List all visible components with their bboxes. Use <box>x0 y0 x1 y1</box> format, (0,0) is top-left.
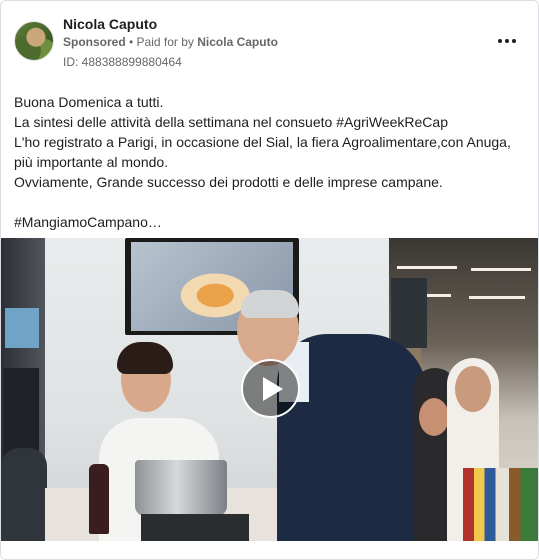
page-name-link[interactable]: Nicola Caputo <box>63 16 157 32</box>
ad-post-card: Nicola Caputo Sponsored • Paid for by Ni… <box>0 0 539 560</box>
more-options-icon-dot-3 <box>512 39 516 43</box>
more-options-icon <box>498 39 502 43</box>
video-scene-man-hair <box>241 290 299 318</box>
more-options-button[interactable] <box>493 29 521 53</box>
post-body-text: Buona Domenica a tutti. La sintesi delle… <box>14 92 530 232</box>
paid-for-prefix: Paid for by <box>136 35 198 49</box>
video-scene-person-left <box>1 448 47 541</box>
post-text-line: Ovviamente, Grande successo dei prodotti… <box>14 174 443 190</box>
play-button[interactable] <box>241 359 300 418</box>
video-scene-pot <box>135 460 227 516</box>
meta-separator: • <box>125 35 137 49</box>
video-scene-bottle <box>89 464 109 534</box>
paid-for-name: Nicola Caputo <box>197 35 278 49</box>
video-scene-light <box>469 296 525 299</box>
video-scene-panel <box>5 308 39 348</box>
card-bottom <box>1 541 538 559</box>
video-scene-crowd-head <box>455 366 491 412</box>
post-text-line: La sintesi delle attività della settiman… <box>14 114 448 130</box>
video-scene-products <box>463 468 538 541</box>
sponsored-meta-line: Sponsored • Paid for by Nicola Caputo <box>63 35 278 49</box>
video-scene-stove <box>141 514 249 541</box>
video-scene-sign <box>391 278 427 348</box>
video-scene-chef-hair <box>117 342 173 374</box>
page-avatar[interactable] <box>14 21 54 61</box>
video-scene-light <box>471 268 531 271</box>
sponsored-label[interactable]: Sponsored <box>63 35 126 49</box>
hashtag-link[interactable]: #MangiamoCampano… <box>14 212 530 232</box>
post-text-line: L'ho registrato a Parigi, in occasione d… <box>14 134 511 170</box>
video-scene-light <box>397 266 457 269</box>
ad-id-label: ID: 488388899880464 <box>63 55 182 69</box>
post-text-spacer <box>14 192 530 212</box>
video-scene-crowd-head <box>419 398 449 436</box>
play-icon <box>263 376 283 401</box>
post-text-line: Buona Domenica a tutti. <box>14 94 164 110</box>
more-options-icon-dot-2 <box>505 39 509 43</box>
